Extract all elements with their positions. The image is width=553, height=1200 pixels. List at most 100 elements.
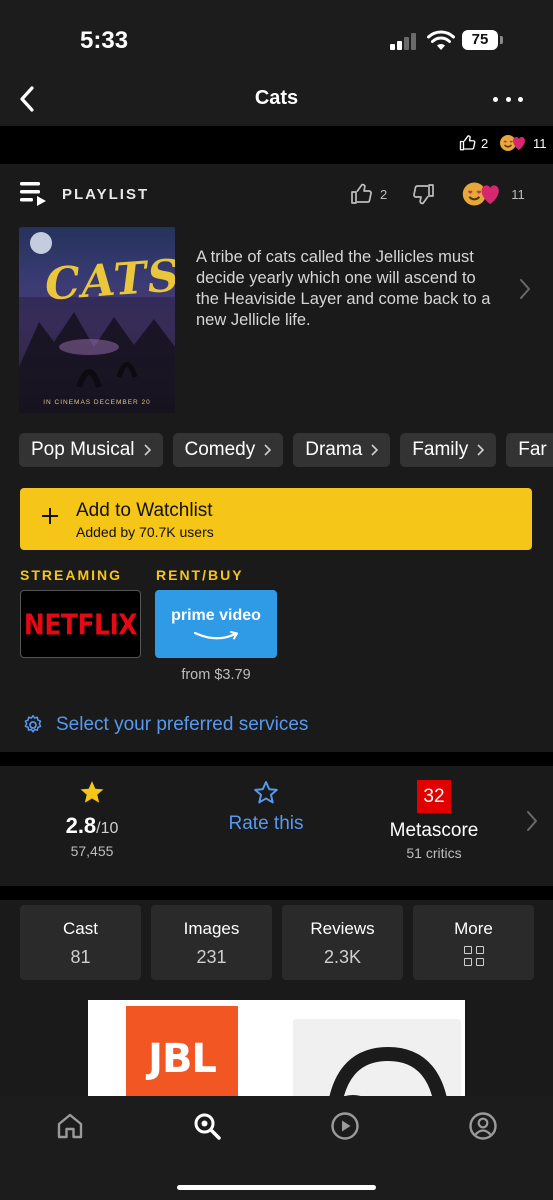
prime-video-logo: prime video xyxy=(171,607,261,624)
plus-icon xyxy=(42,508,58,524)
genre-label: Comedy xyxy=(184,439,256,460)
love-count: 11 xyxy=(511,186,525,202)
imdb-score: 2.8/10 xyxy=(52,813,132,839)
select-services-link[interactable]: Select your preferred services xyxy=(22,714,308,736)
strip-love-count[interactable]: 11 xyxy=(499,134,547,152)
star-outline-icon xyxy=(254,781,278,804)
reaction-strip: 2 11 xyxy=(0,126,553,164)
advertisement-banner[interactable]: JBL xyxy=(88,1000,465,1096)
watchlist-title: Add to Watchlist xyxy=(76,500,213,521)
tab-home[interactable] xyxy=(54,1110,86,1142)
streaming-label: STREAMING xyxy=(20,567,122,583)
strip-love-text: 11 xyxy=(533,135,547,151)
tab-search[interactable] xyxy=(191,1110,223,1142)
metascore-label: Metascore xyxy=(389,820,479,841)
genre-chip-family[interactable]: Family xyxy=(400,433,497,467)
stat-label: More xyxy=(454,919,493,938)
netflix-logo: NETFLIX xyxy=(23,607,138,641)
profile-icon xyxy=(469,1112,497,1140)
star-eyes-heart-icon xyxy=(463,182,500,206)
search-icon xyxy=(194,1113,221,1140)
nav-bar: Cats xyxy=(0,72,553,126)
movie-poster[interactable]: CATS IN CINEMAS DECEMBER 20 xyxy=(19,227,175,413)
like-button[interactable]: 2 xyxy=(350,182,387,206)
love-button[interactable]: 11 xyxy=(461,181,525,207)
strip-like-text: 2 xyxy=(481,135,489,151)
rent-price: from $3.79 xyxy=(181,667,251,683)
reviews-tile[interactable]: Reviews 2.3K xyxy=(282,905,403,980)
grid-icon xyxy=(463,946,484,966)
genre-label: Pop Musical xyxy=(31,439,135,460)
tab-profile[interactable] xyxy=(467,1110,499,1142)
prime-video-provider-button[interactable]: prime video xyxy=(155,590,277,658)
more-options-button[interactable] xyxy=(493,86,523,112)
wifi-icon xyxy=(427,30,455,50)
star-eyes-heart-icon xyxy=(500,135,525,151)
star-icon xyxy=(80,781,104,803)
rate-this-button[interactable]: Rate this xyxy=(206,766,326,835)
imdb-rating[interactable]: 2.8/10 57,455 xyxy=(52,766,132,859)
poster-release-text: IN CINEMAS DECEMBER 20 xyxy=(43,399,151,406)
section-divider xyxy=(0,886,553,900)
headphone-image xyxy=(293,1019,461,1096)
status-time: 5:33 xyxy=(80,27,129,54)
thumbs-down-icon xyxy=(413,184,435,205)
headphones-icon xyxy=(329,1046,447,1096)
home-indicator xyxy=(177,1185,376,1190)
battery-icon: 75 xyxy=(462,30,498,50)
ratings-panel: 2.8/10 57,455 Rate this 32 Metascore 51 … xyxy=(0,766,553,886)
section-divider xyxy=(0,752,553,766)
jbl-logo-text: JBL xyxy=(148,1036,217,1082)
stat-value: 81 xyxy=(70,947,91,967)
genre-chip-comedy[interactable]: Comedy xyxy=(172,433,284,467)
more-tile[interactable]: More xyxy=(413,905,534,980)
stat-label: Cast xyxy=(63,919,98,938)
add-to-watchlist-button[interactable]: Add to Watchlist Added by 70.7K users xyxy=(20,488,532,550)
playlist-icon xyxy=(20,182,46,206)
genre-label: Drama xyxy=(305,439,363,460)
playlist-reactions: 2 11 xyxy=(350,181,525,207)
imdb-score-value: 2.8 xyxy=(65,813,97,838)
tab-video[interactable] xyxy=(329,1110,361,1142)
select-services-text: Select your preferred services xyxy=(56,714,309,735)
chevron-right-icon[interactable] xyxy=(519,278,531,300)
stat-value: 2.3K xyxy=(323,947,362,967)
playlist-button[interactable]: PLAYLIST xyxy=(20,180,149,208)
netflix-provider-button[interactable]: NETFLIX xyxy=(20,590,141,658)
metascore-rating[interactable]: 32 Metascore 51 critics xyxy=(374,766,494,861)
poster-title: CATS xyxy=(43,250,175,311)
jbl-logo: JBL xyxy=(126,1006,238,1096)
critics-count: 51 critics xyxy=(406,845,462,861)
like-count: 2 xyxy=(380,186,388,202)
imdb-score-scale: /10 xyxy=(96,820,119,837)
rent-buy-label: RENT/BUY xyxy=(156,567,244,583)
battery-tip xyxy=(500,36,503,44)
thumbs-up-icon xyxy=(351,183,372,204)
imdb-vote-count: 57,455 xyxy=(70,843,114,859)
status-bar: 5:33 75 xyxy=(0,0,553,72)
genre-label: Far xyxy=(518,439,547,460)
page-title: Cats xyxy=(254,87,299,109)
dislike-button[interactable] xyxy=(411,182,435,206)
cast-tile[interactable]: Cast 81 xyxy=(20,905,141,980)
thumbs-up-icon xyxy=(459,135,476,151)
more-dot-icon xyxy=(518,96,523,102)
gear-icon xyxy=(24,714,42,733)
chevron-right-icon[interactable] xyxy=(526,810,538,832)
synopsis-text[interactable]: A tribe of cats called the Jellicles mus… xyxy=(196,247,496,331)
genre-chips: Pop Musical Comedy Drama Family Far xyxy=(19,433,553,467)
strip-like-count[interactable]: 2 xyxy=(459,134,488,152)
images-tile[interactable]: Images 231 xyxy=(151,905,272,980)
metascore-badge: 32 xyxy=(417,780,451,813)
watchlist-subtitle: Added by 70.7K users xyxy=(76,524,214,540)
stat-value: 231 xyxy=(196,947,227,967)
video-icon xyxy=(331,1112,359,1140)
genre-chip-pop-musical[interactable]: Pop Musical xyxy=(19,433,163,467)
prime-smile-icon xyxy=(193,631,238,640)
genre-chip-fantasy[interactable]: Far xyxy=(506,433,553,467)
stat-label: Reviews xyxy=(310,919,375,938)
rate-this-label: Rate this xyxy=(228,813,304,834)
genre-chip-drama[interactable]: Drama xyxy=(293,433,391,467)
chevron-right-icon xyxy=(143,444,151,456)
cellular-signal-icon xyxy=(390,33,418,50)
